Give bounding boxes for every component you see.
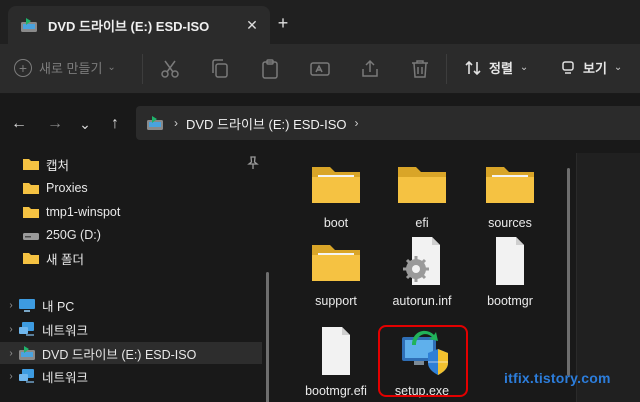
- sidebar-scrollbar[interactable]: [266, 272, 269, 402]
- chevron-right-icon[interactable]: ›: [4, 348, 18, 359]
- chevron-right-icon[interactable]: ›: [4, 300, 18, 311]
- sidebar-item-capture[interactable]: 캡처: [0, 153, 262, 175]
- sort-icon: [465, 60, 481, 75]
- sidebar-item-label: 새 폴더: [46, 252, 84, 267]
- tab-title: DVD 드라이브 (E:) ESD-ISO: [48, 18, 210, 34]
- preview-pane: [576, 153, 640, 402]
- sidebar-item-label: Proxies: [46, 181, 88, 195]
- sidebar-item-proxies[interactable]: Proxies: [0, 177, 262, 199]
- file-name: sources: [488, 216, 532, 230]
- chevron-down-icon: ⌄: [613, 62, 623, 73]
- sidebar-item-250g-drive[interactable]: 250G (D:): [0, 224, 262, 246]
- chevron-right-icon[interactable]: ›: [355, 116, 359, 130]
- file-icon: [322, 327, 350, 375]
- sidebar-item-this-pc[interactable]: › 내 PC: [0, 294, 262, 316]
- paste-icon[interactable]: [258, 57, 282, 81]
- file-item-boot[interactable]: boot: [300, 159, 372, 231]
- sidebar-item-new-folder[interactable]: 새 폴더: [0, 247, 262, 269]
- sidebar-item-network-2[interactable]: › 네트워크: [0, 365, 262, 387]
- new-button[interactable]: + 새로 만들기 ⌄: [14, 58, 116, 77]
- sidebar-item-label: 네트워크: [42, 370, 89, 385]
- sidebar-item-label: 네트워크: [42, 323, 89, 338]
- new-button-label: 새로 만들기: [39, 61, 103, 76]
- tab-dvd-drive[interactable]: DVD 드라이브 (E:) ESD-ISO ✕: [8, 6, 270, 44]
- folder-icon: [23, 159, 39, 170]
- navigation-bar: ← → ⌄ ↑ › DVD 드라이브 (E:) ESD-ISO ›: [0, 95, 640, 153]
- folder-icon: [312, 245, 360, 281]
- dvd-icon: [147, 116, 163, 130]
- dvd-icon: [21, 18, 37, 32]
- folder-icon: [23, 253, 39, 264]
- folder-icon: [312, 167, 360, 203]
- file-name: bootmgr.efi: [305, 384, 367, 398]
- file-item-support[interactable]: support: [300, 237, 372, 309]
- share-icon[interactable]: [358, 57, 382, 81]
- network-icon: [19, 322, 34, 336]
- view-icon: [562, 60, 574, 74]
- chevron-right-icon[interactable]: ›: [174, 116, 178, 130]
- chevron-down-icon: ⌄: [107, 62, 116, 73]
- folder-icon: [486, 167, 534, 203]
- sidebar-item-label: 250G (D:): [46, 228, 101, 242]
- cut-icon[interactable]: [158, 57, 182, 81]
- sort-label: 정렬: [489, 61, 513, 76]
- sidebar-item-dvd-drive[interactable]: › DVD 드라이브 (E:) ESD-ISO: [0, 342, 262, 364]
- settings-file-icon: [403, 237, 440, 285]
- view-button[interactable]: 보기 ⌄: [560, 58, 622, 77]
- highlight-box: [378, 325, 468, 397]
- sidebar-item-label: 내 PC: [42, 299, 75, 314]
- file-item-efi[interactable]: efi: [386, 159, 458, 231]
- breadcrumb[interactable]: DVD 드라이브 (E:) ESD-ISO: [186, 114, 347, 133]
- navigation-pane: 캡처 Proxies tmp1-winspot 250G (D:) 새 폴더 ›…: [0, 153, 270, 402]
- tab-bar: DVD 드라이브 (E:) ESD-ISO ✕ +: [0, 0, 640, 44]
- folder-icon: [23, 207, 39, 218]
- file-item-bootmgr[interactable]: bootmgr: [474, 237, 546, 309]
- delete-icon[interactable]: [408, 57, 432, 81]
- file-list: boot efi sources support autorun.inf boo…: [280, 153, 570, 402]
- content-scrollbar[interactable]: [567, 168, 570, 376]
- watermark: itfix.tistory.com: [504, 370, 611, 386]
- file-name: boot: [323, 216, 349, 230]
- file-item-sources[interactable]: sources: [474, 159, 546, 231]
- sidebar-item-tmp1-winspot[interactable]: tmp1-winspot: [0, 201, 262, 223]
- command-bar: + 새로 만들기 ⌄ 정렬 ⌄ 보기 ⌄: [0, 44, 640, 94]
- sort-button[interactable]: 정렬 ⌄: [464, 58, 528, 77]
- plus-circle-icon: +: [14, 58, 32, 77]
- sidebar-item-network[interactable]: › 네트워크: [0, 318, 262, 340]
- copy-icon[interactable]: [208, 57, 232, 81]
- drive-icon: [23, 233, 39, 240]
- address-bar[interactable]: › DVD 드라이브 (E:) ESD-ISO ›: [136, 106, 640, 140]
- file-item-bootmgr-efi[interactable]: bootmgr.efi: [300, 327, 372, 399]
- chevron-right-icon[interactable]: ›: [4, 324, 18, 335]
- pin-icon[interactable]: [247, 156, 259, 170]
- file-name: support: [315, 294, 357, 308]
- toolbar-divider: [142, 54, 143, 84]
- dvd-icon: [19, 346, 35, 360]
- recent-locations-button[interactable]: ⌄: [74, 113, 96, 135]
- back-button[interactable]: ←: [8, 113, 30, 135]
- sidebar-item-label: tmp1-winspot: [46, 205, 121, 219]
- folder-icon: [398, 167, 446, 203]
- file-name: efi: [415, 216, 429, 230]
- up-button[interactable]: ↑: [104, 113, 126, 135]
- new-tab-button[interactable]: +: [272, 12, 294, 34]
- sidebar-item-label: 캡처: [46, 158, 70, 173]
- chevron-right-icon[interactable]: ›: [4, 371, 18, 382]
- file-item-autorun-inf[interactable]: autorun.inf: [386, 237, 458, 309]
- pc-icon: [19, 299, 35, 312]
- folder-icon: [23, 183, 39, 194]
- sidebar-item-label: DVD 드라이브 (E:) ESD-ISO: [42, 347, 197, 362]
- view-label: 보기: [583, 61, 607, 76]
- close-icon[interactable]: ✕: [242, 15, 262, 35]
- file-icon: [496, 237, 524, 285]
- toolbar-divider: [446, 54, 447, 84]
- file-name: autorun.inf: [392, 294, 452, 308]
- rename-icon[interactable]: [308, 57, 332, 81]
- forward-button[interactable]: →: [44, 113, 66, 135]
- network-icon: [19, 369, 34, 383]
- file-name: bootmgr: [487, 294, 533, 308]
- chevron-down-icon: ⌄: [519, 62, 529, 73]
